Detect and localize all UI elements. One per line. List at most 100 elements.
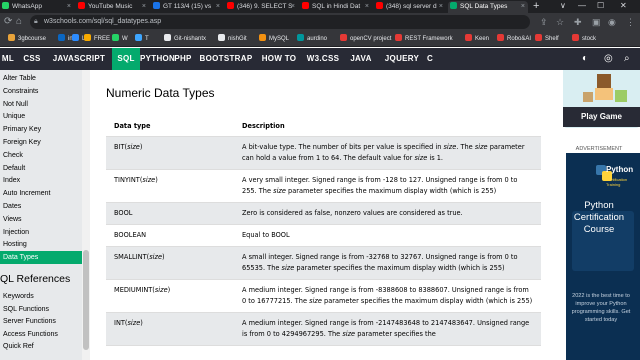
bookmark-label: Keen	[475, 36, 490, 42]
bookmark-item[interactable]: in	[58, 31, 73, 47]
sidebar-item-unique[interactable]: Unique	[0, 110, 82, 123]
sidebar-ref-quick-ref[interactable]: Quick Ref	[0, 340, 82, 353]
scrollbar-thumb[interactable]	[83, 250, 89, 350]
bookmark-item[interactable]: aurdino	[297, 31, 327, 47]
sidebar-item-primary-key[interactable]: Primary Key	[0, 123, 82, 136]
page-title: Numeric Data Types	[106, 86, 215, 100]
extensions-icon[interactable]: ✚	[574, 15, 582, 29]
sidebar-item-injection[interactable]: Injection	[0, 226, 82, 239]
data-type-cell: BOOLEAN	[106, 224, 234, 247]
browser-tab[interactable]: (346) 9. SELECT S ×	[225, 1, 298, 13]
reload-icon[interactable]: ⟳	[4, 15, 12, 29]
description-param: size	[309, 296, 322, 305]
address-bar[interactable]: 🔒︎ w3schools.com/sql/sql_datatypes.asp	[30, 15, 530, 29]
sidebar-ref-access-functions[interactable]: Access Functions	[0, 328, 82, 341]
sidebar-item-check[interactable]: Check	[0, 149, 82, 162]
browser-tab[interactable]: SQL in Hindi Dat ×	[300, 1, 372, 13]
browser-tab[interactable]: (348) sql server d ×	[374, 1, 446, 13]
minimize-button[interactable]: —	[578, 0, 586, 12]
nav-link-c[interactable]: C	[424, 48, 436, 70]
nav-link-java[interactable]: JAVA	[342, 48, 380, 70]
close-tab-icon[interactable]: ×	[291, 1, 295, 13]
sidebar-item-auto-increment[interactable]: Auto Increment	[0, 187, 82, 200]
game-illustration	[563, 70, 640, 108]
advertisement-banner[interactable]: Python Certification Training	[566, 153, 640, 360]
globe-icon[interactable]: ◎	[604, 48, 613, 70]
nav-link-python[interactable]: PYTHON	[140, 48, 175, 70]
nav-link-ml[interactable]: ML	[0, 48, 16, 70]
bookmark-item[interactable]: Git-nishantx	[164, 31, 206, 47]
bookmark-item[interactable]: T	[135, 31, 149, 47]
sidebar-item-data-types[interactable]: Data Types	[0, 251, 82, 265]
sidebar-icon[interactable]: ▣	[592, 15, 601, 29]
description-text: is 1.	[427, 153, 444, 162]
star-icon[interactable]: ☆	[556, 15, 564, 29]
nav-link-w3-css[interactable]: W3.CSS	[305, 48, 341, 70]
sidebar-ref-server-functions[interactable]: Server Functions	[0, 315, 82, 328]
sidebar-item-alter-table[interactable]: Alter Table	[0, 72, 82, 85]
bookmark-item[interactable]: W	[112, 31, 128, 47]
bookmark-item[interactable]: stock	[572, 31, 596, 47]
close-tab-icon[interactable]: ×	[67, 1, 71, 13]
sidebar-ref-sql-functions[interactable]: SQL Functions	[0, 303, 82, 316]
nav-link-sql[interactable]: SQL	[112, 48, 140, 70]
nav-link-css[interactable]: CSS	[18, 48, 46, 70]
bookmark-icon	[8, 34, 15, 41]
share-icon[interactable]: ⇪	[540, 15, 548, 29]
sidebar-item-default[interactable]: Default	[0, 162, 82, 175]
ad-brand-sub: Certification Training	[606, 177, 628, 187]
sidebar-item-index[interactable]: Index	[0, 174, 82, 187]
browser-tab[interactable]: YouTube Music ×	[76, 1, 149, 13]
kebab-menu-icon[interactable]: ⋮	[626, 15, 635, 29]
browser-tab[interactable]: WhatsApp ×	[0, 1, 74, 13]
data-type-param: size	[127, 142, 140, 151]
new-tab-button[interactable]: +	[533, 0, 539, 12]
close-tab-icon[interactable]: ×	[216, 1, 220, 13]
nav-link-how-to[interactable]: HOW TO	[254, 48, 304, 70]
browser-tab[interactable]: SQL Data Types ×	[448, 1, 528, 13]
nav-link-jquery[interactable]: JQUERY	[381, 48, 423, 70]
search-icon[interactable]: ⌕	[624, 48, 630, 70]
nav-link-bootstrap[interactable]: BOOTSTRAP	[198, 48, 254, 70]
bookmark-icon	[58, 34, 65, 41]
bookmark-item[interactable]: Robo&AI	[497, 31, 531, 47]
nav-link-php[interactable]: PHP	[170, 48, 196, 70]
sidebar-item-constraints[interactable]: Constraints	[0, 85, 82, 98]
dark-mode-icon[interactable]: ◐	[582, 48, 588, 70]
lock-icon: 🔒︎	[34, 18, 38, 25]
bookmark-item[interactable]: Keen	[465, 31, 489, 47]
close-tab-icon[interactable]: ×	[142, 1, 146, 13]
maximize-button[interactable]: ☐	[597, 0, 604, 12]
data-type-name: SMALLINT(	[114, 252, 150, 261]
sidebar-item-dates[interactable]: Dates	[0, 200, 82, 213]
sidebar-item-hosting[interactable]: Hosting	[0, 238, 82, 251]
sidebar-item-not-null[interactable]: Not Null	[0, 98, 82, 111]
tab-favicon-icon	[153, 2, 160, 9]
bookmark-item[interactable]: MySQL	[259, 31, 289, 47]
bookmark-icon	[395, 34, 402, 41]
bookmark-icon	[259, 34, 266, 41]
close-tab-icon[interactable]: ×	[365, 1, 369, 13]
bookmark-icon	[535, 34, 542, 41]
data-type-cell: BOOL	[106, 202, 234, 225]
sidebar-ref-keywords[interactable]: Keywords	[0, 290, 82, 303]
bookmark-item[interactable]: openCV project	[340, 31, 391, 47]
bookmark-item[interactable]: 3gbcourse	[8, 31, 46, 47]
bookmark-item[interactable]: Shelf	[535, 31, 559, 47]
bookmark-item[interactable]: REST Framework	[395, 31, 453, 47]
close-tab-icon[interactable]: ×	[521, 1, 525, 13]
play-game-button[interactable]: Play Game	[563, 107, 640, 127]
close-window-button[interactable]: ✕	[620, 0, 627, 12]
close-tab-icon[interactable]: ×	[439, 1, 443, 13]
tab-search-button[interactable]: ∨	[560, 0, 566, 12]
tab-label: WhatsApp	[12, 3, 42, 10]
nav-link-javascript[interactable]: JAVASCRIPT	[47, 48, 111, 70]
sidebar-scrollbar[interactable]	[82, 70, 90, 360]
home-icon[interactable]: ⌂	[16, 15, 22, 29]
browser-tab[interactable]: GT 113/4 (15) vs ×	[151, 1, 223, 13]
bookmark-item[interactable]: FREE	[84, 31, 110, 47]
bookmark-item[interactable]: nishGit	[218, 31, 247, 47]
profile-icon[interactable]: ◉	[608, 15, 616, 29]
sidebar-item-foreign-key[interactable]: Foreign Key	[0, 136, 82, 149]
sidebar-item-views[interactable]: Views	[0, 213, 82, 226]
